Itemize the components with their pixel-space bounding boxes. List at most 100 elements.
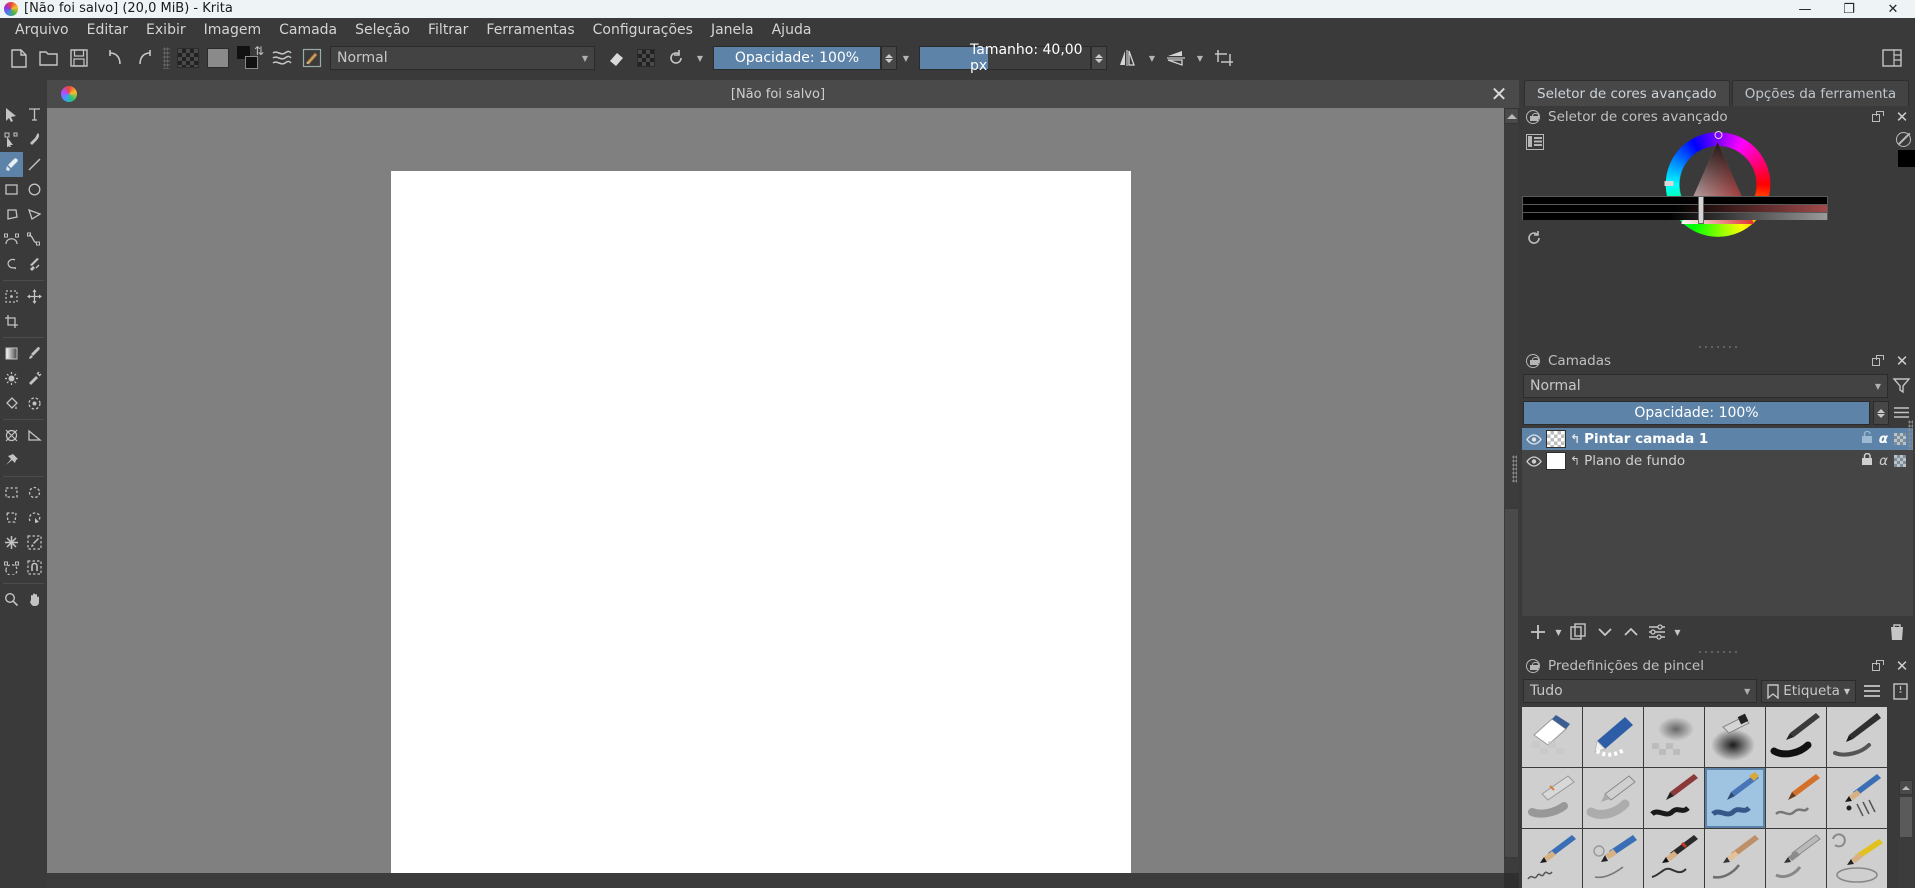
freehand-brush-tool[interactable] bbox=[0, 152, 23, 177]
brush-preset-airbrush-soft[interactable] bbox=[1644, 707, 1704, 767]
brush-preset-marker-soft[interactable] bbox=[1583, 768, 1643, 828]
vertical-scroll-thumb[interactable] bbox=[1504, 508, 1519, 858]
mirror-vertical-dropdown[interactable]: ▼ bbox=[1191, 45, 1209, 71]
mirror-vertical-icon[interactable] bbox=[1161, 44, 1191, 72]
layer-properties-button[interactable] bbox=[1645, 620, 1669, 644]
brush-preset-pencil-tan[interactable] bbox=[1705, 829, 1765, 888]
color-slider-2[interactable] bbox=[1522, 204, 1828, 212]
float-dock-icon[interactable] bbox=[1869, 108, 1887, 126]
dock-resize-grip-2[interactable] bbox=[1520, 648, 1915, 655]
crop-tool[interactable] bbox=[0, 309, 23, 334]
calligraphy-tool[interactable] bbox=[23, 127, 46, 152]
menu-camada[interactable]: Camada bbox=[270, 18, 346, 42]
mirror-horizontal-icon[interactable] bbox=[1113, 44, 1143, 72]
color-slider-1[interactable] bbox=[1522, 196, 1828, 204]
tab-advanced-color-selector[interactable]: Seletor de cores avançado bbox=[1524, 80, 1730, 106]
selector-settings-icon[interactable] bbox=[1526, 134, 1544, 150]
inherit-alpha-icon[interactable] bbox=[1894, 433, 1906, 445]
toolbar-grip[interactable] bbox=[163, 47, 170, 69]
brush-preset-pencil-yellow-rotate[interactable] bbox=[1827, 829, 1887, 888]
move-tool[interactable] bbox=[23, 284, 46, 309]
polygonal-select-tool[interactable] bbox=[0, 505, 23, 530]
scroll-up-icon[interactable] bbox=[1504, 108, 1519, 124]
new-file-icon[interactable] bbox=[4, 44, 34, 72]
move-layer-down-button[interactable] bbox=[1593, 620, 1617, 644]
canvas-horizontal-scrollbar[interactable] bbox=[47, 873, 1504, 888]
eraser-toggle-icon[interactable] bbox=[601, 44, 631, 72]
contiguous-select-tool[interactable] bbox=[0, 530, 23, 555]
reset-color-icon[interactable] bbox=[1526, 230, 1542, 246]
polyline-tool[interactable] bbox=[23, 202, 46, 227]
close-dock-icon[interactable]: ✕ bbox=[1893, 352, 1911, 370]
rectangle-tool[interactable] bbox=[0, 177, 23, 202]
similar-color-select-tool[interactable] bbox=[23, 530, 46, 555]
polygon-tool[interactable] bbox=[0, 202, 23, 227]
mirror-horizontal-dropdown[interactable]: ▼ bbox=[1143, 45, 1161, 71]
brush-options-dropdown[interactable]: ▼ bbox=[691, 45, 709, 71]
pan-tool[interactable] bbox=[23, 587, 46, 612]
brush-preset-ink-brush-selected[interactable] bbox=[1705, 768, 1765, 828]
close-document-icon[interactable]: ✕ bbox=[1479, 84, 1519, 104]
menu-ferramentas[interactable]: Ferramentas bbox=[477, 18, 583, 42]
workspace-chooser-icon[interactable] bbox=[1877, 44, 1907, 72]
redo-icon[interactable] bbox=[130, 44, 160, 72]
assistant-tool[interactable] bbox=[0, 423, 23, 448]
measure-tool[interactable] bbox=[23, 423, 46, 448]
close-button[interactable]: ✕ bbox=[1871, 0, 1915, 18]
layer-visibility-icon[interactable] bbox=[1525, 432, 1542, 447]
reference-images-tool[interactable] bbox=[0, 448, 23, 473]
close-dock-icon[interactable]: ✕ bbox=[1893, 657, 1911, 675]
bezier-select-tool[interactable] bbox=[0, 555, 23, 580]
layer-opacity-slider[interactable]: Opacidade: 100% bbox=[1523, 401, 1870, 425]
float-dock-icon[interactable] bbox=[1869, 657, 1887, 675]
menu-ajuda[interactable]: Ajuda bbox=[763, 18, 821, 42]
minimize-button[interactable]: — bbox=[1783, 0, 1827, 18]
current-color-chip[interactable] bbox=[1898, 150, 1915, 167]
enclose-fill-tool[interactable] bbox=[23, 391, 46, 416]
layer-name[interactable]: Pintar camada 1 bbox=[1584, 431, 1857, 447]
line-tool[interactable] bbox=[23, 152, 46, 177]
layer-blend-mode-combo[interactable]: Normal ▼ bbox=[1523, 374, 1888, 398]
layer-lock-icon[interactable] bbox=[1861, 430, 1873, 448]
inherit-alpha-icon[interactable] bbox=[1894, 455, 1906, 467]
layer-visibility-icon[interactable] bbox=[1525, 454, 1542, 469]
brush-preset-airbrush-dark[interactable] bbox=[1705, 707, 1765, 767]
delete-layer-button[interactable] bbox=[1885, 620, 1909, 644]
freehand-path-tool[interactable] bbox=[23, 227, 46, 252]
gradient-tool[interactable] bbox=[0, 341, 23, 366]
gradient-swatch-icon[interactable] bbox=[203, 44, 233, 72]
opacity-dropdown[interactable]: ▼ bbox=[897, 45, 915, 71]
menu-arquivo[interactable]: Arquivo bbox=[6, 18, 78, 42]
layer-name[interactable]: Plano de fundo bbox=[1584, 453, 1857, 469]
zoom-tool[interactable] bbox=[0, 587, 23, 612]
layer-list[interactable]: ↰ Pintar camada 1 α ↰ Plano de fundo α bbox=[1522, 428, 1913, 616]
add-layer-button[interactable] bbox=[1526, 620, 1550, 644]
smart-patch-tool[interactable] bbox=[23, 366, 46, 391]
table-row[interactable]: ↰ Plano de fundo α bbox=[1522, 450, 1913, 472]
color-value-sliders[interactable] bbox=[1522, 196, 1828, 224]
edit-shapes-tool[interactable] bbox=[0, 127, 23, 152]
brush-preset-eraser-pencil[interactable] bbox=[1583, 707, 1643, 767]
wrap-around-icon[interactable] bbox=[1209, 44, 1239, 72]
close-dock-icon[interactable]: ✕ bbox=[1893, 108, 1911, 126]
brush-presets-icon[interactable] bbox=[297, 44, 327, 72]
menu-selecao[interactable]: Seleção bbox=[346, 18, 419, 42]
alpha-toggle-icon[interactable] bbox=[631, 44, 661, 72]
dock-splitter-handle[interactable] bbox=[1512, 455, 1517, 483]
dock-lock-icon[interactable] bbox=[1524, 657, 1542, 675]
layer-alpha-icon[interactable]: α bbox=[1879, 453, 1888, 469]
undo-icon[interactable] bbox=[100, 44, 130, 72]
move-layer-up-button[interactable] bbox=[1619, 620, 1643, 644]
brush-preset-ink-pen-thin[interactable] bbox=[1827, 707, 1887, 767]
color-slider-handle[interactable] bbox=[1698, 196, 1704, 224]
dynamic-brush-tool[interactable] bbox=[0, 252, 23, 277]
brush-preset-grid[interactable] bbox=[1522, 707, 1889, 888]
list-view-icon[interactable] bbox=[1860, 679, 1884, 703]
fill-tool[interactable] bbox=[0, 391, 23, 416]
resource-manager-icon[interactable] bbox=[1888, 679, 1912, 703]
document-tab[interactable]: [Não foi salvo] ✕ bbox=[47, 80, 1519, 108]
add-layer-dropdown[interactable]: ▼ bbox=[1552, 620, 1565, 644]
canvas-viewport[interactable] bbox=[47, 108, 1504, 873]
elliptical-select-tool[interactable] bbox=[23, 480, 46, 505]
menu-exibir[interactable]: Exibir bbox=[137, 18, 195, 42]
